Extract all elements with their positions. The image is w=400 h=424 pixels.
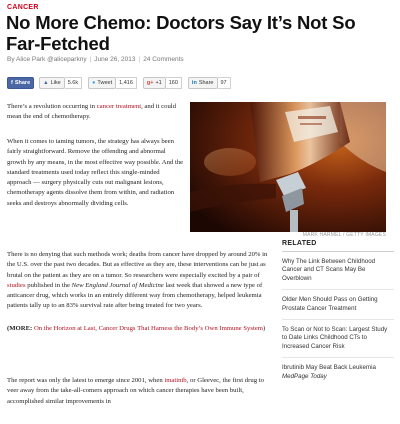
related-sidebar: RELATED Why The Link Between Childhood C… — [282, 240, 394, 387]
cancer-treatment-link[interactable]: cancer treatment — [97, 103, 141, 110]
related-heading: RELATED — [282, 240, 394, 252]
iv-bag-image — [190, 102, 386, 232]
paragraph-imatinib: The report was only the latest to emerge… — [7, 376, 269, 407]
section-kicker[interactable]: CANCER — [7, 4, 39, 11]
linkedin-count: 97 — [217, 76, 231, 89]
facebook-share-button[interactable]: f Share — [7, 76, 35, 89]
paragraph-strategy: When it comes to taming tumors, the stra… — [7, 138, 184, 207]
related-item[interactable]: To Scan or Not to Scan: Largest Study to… — [282, 320, 394, 359]
gplus-count: 160 — [165, 76, 182, 89]
gplus-icon: g+ — [146, 79, 154, 86]
linkedin-share-label: Share — [198, 79, 214, 86]
byline: By Alice Park @aliceparkny | June 26, 2013… — [7, 56, 184, 63]
paragraph-intro: There’s a revolution occurring in cancer… — [7, 102, 185, 123]
facebook-share-label: Share — [14, 79, 31, 86]
twitter-bird-icon: ● — [92, 79, 96, 86]
more-close: ) — [263, 325, 266, 332]
related-item[interactable]: Ibrutinib May Beat Back Leukemia MedPage… — [282, 358, 394, 387]
tweet-button[interactable]: ● Tweet — [88, 76, 117, 89]
related-item-text: Ibrutinib May Beat Back Leukemia — [282, 364, 376, 372]
share-bar: f Share ▲ Like 5.6k ● Tweet 1,416 g+ +1 160 … — [7, 76, 237, 89]
related-item[interactable]: Older Men Should Pass on Getting Prostat… — [282, 290, 394, 321]
article-photo — [190, 102, 386, 232]
byline-separator: | — [89, 56, 92, 63]
paragraph-studies: There is no denying that such methods wo… — [7, 250, 269, 312]
facebook-like-button[interactable]: ▲ Like — [39, 76, 65, 89]
paragraph-more: (MORE: On the Horizon at Last, Cancer Dr… — [7, 324, 269, 334]
gplus-label: +1 — [155, 79, 162, 86]
tweet-count: 1,416 — [116, 76, 137, 89]
more-label: (MORE: — [7, 325, 33, 332]
tweet-label: Tweet — [97, 79, 113, 86]
studies-link[interactable]: studies — [7, 282, 26, 289]
author-link[interactable]: By Alice Park @aliceparkny — [7, 56, 87, 63]
related-source-tag: MedPage Today — [282, 372, 327, 380]
imatinib-link[interactable]: imatinib — [164, 377, 186, 384]
more-immune-link[interactable]: On the Horizon at Last, Cancer Drugs Tha… — [34, 325, 263, 332]
byline-separator: | — [138, 56, 141, 63]
like-count: 5.6k — [64, 76, 83, 89]
text-run: There is no denying that such methods wo… — [7, 251, 268, 279]
photo-credit: MARK HARMEL / GETTY IMAGES — [302, 232, 386, 238]
linkedin-share-button[interactable]: in Share — [187, 76, 218, 89]
like-label: Like — [50, 79, 61, 86]
like-thumb-icon: ▲ — [43, 79, 49, 86]
related-item[interactable]: Why The Link Between Childhood Cancer an… — [282, 252, 394, 291]
gplus-button[interactable]: g+ +1 — [142, 76, 166, 89]
article-headline: No More Chemo: Doctors Say It’s Not So F… — [6, 12, 356, 54]
facebook-icon: f — [11, 79, 13, 86]
publish-date: June 26, 2013 — [94, 56, 136, 63]
text-run: published in the — [25, 281, 72, 289]
linkedin-icon: in — [191, 79, 197, 86]
comments-link[interactable]: 24 Comments — [143, 56, 183, 63]
journal-name: New England Journal of Medicine — [71, 281, 164, 289]
text-run: There’s a revolution occurring in — [7, 103, 97, 110]
text-run: The report was only the latest to emerge… — [7, 377, 165, 384]
